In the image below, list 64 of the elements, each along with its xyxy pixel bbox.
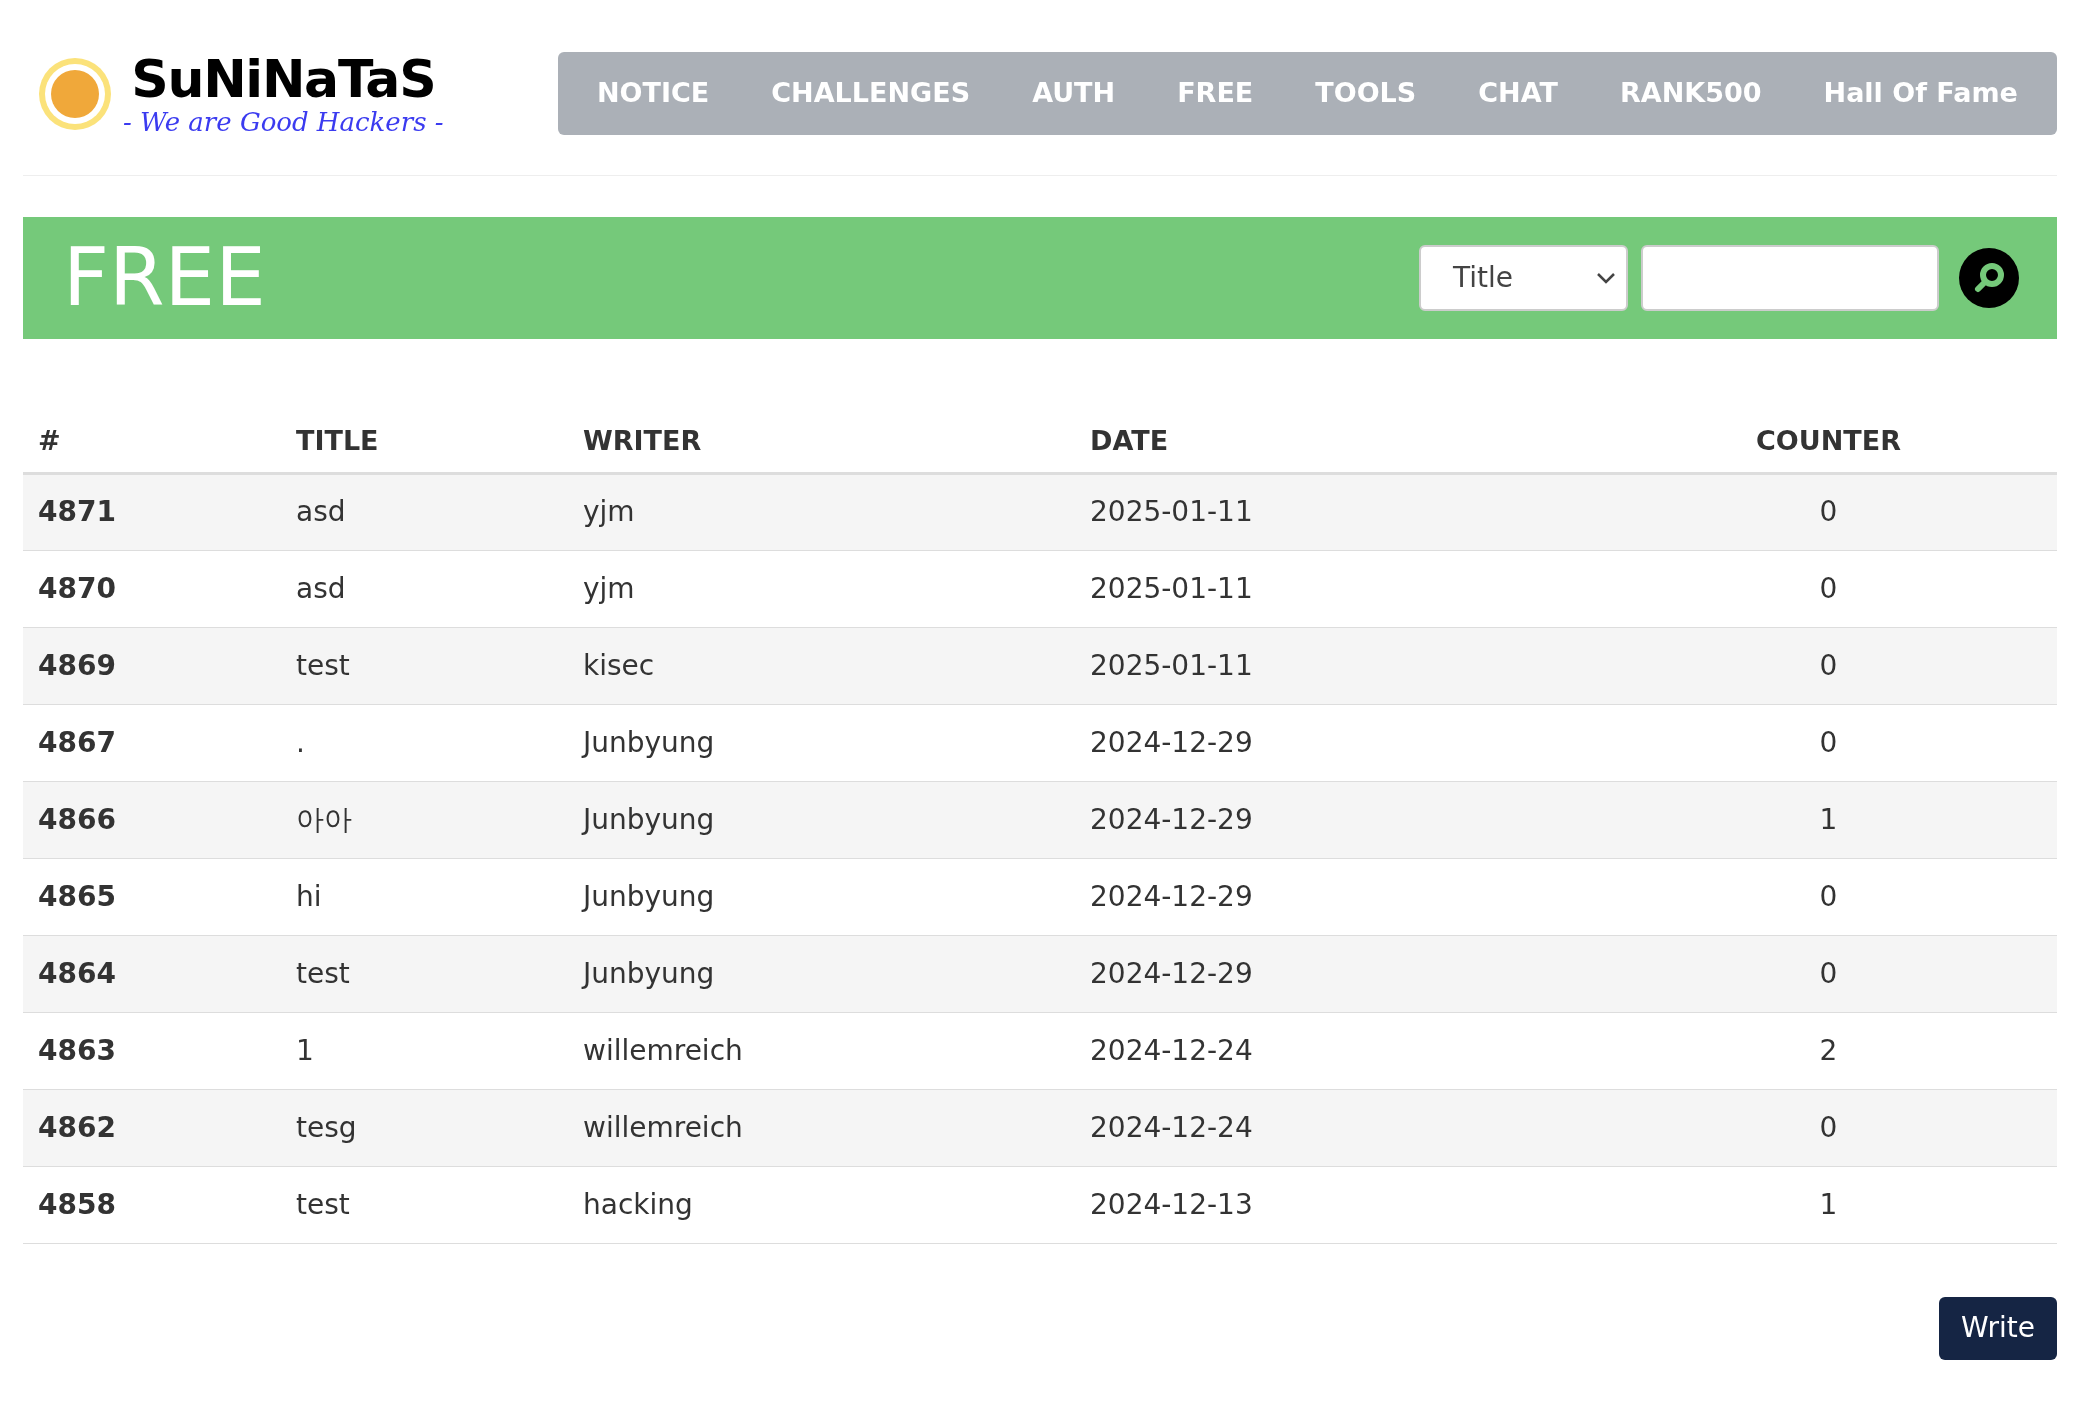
table-cell[interactable]: 1 xyxy=(296,1033,314,1067)
table-cell: 4864 xyxy=(38,956,116,990)
table-cell: 4869 xyxy=(38,648,116,682)
table-cell[interactable]: hi xyxy=(296,879,322,913)
table-cell: 2024-12-13 xyxy=(1090,1187,1253,1221)
table-cell: 1 xyxy=(1819,802,1838,836)
chevron-down-icon xyxy=(1596,272,1616,284)
table-cell: 0 xyxy=(1819,725,1838,759)
table-cell: Junbyung xyxy=(583,879,715,913)
table-cell: 4862 xyxy=(38,1110,116,1144)
table-cell: willemreich xyxy=(583,1110,743,1144)
search-type-dropdown[interactable]: Title xyxy=(1419,245,1628,311)
table-cell[interactable]: asd xyxy=(296,495,346,528)
column-header: WRITER xyxy=(583,425,702,456)
column-header: TITLE xyxy=(296,425,379,456)
table-cell: yjm xyxy=(583,571,635,605)
table-cell[interactable]: test xyxy=(296,648,350,682)
table-cell: 4871 xyxy=(38,495,116,528)
board-title: FREE xyxy=(63,238,266,318)
table-cell: 2024-12-29 xyxy=(1090,956,1253,990)
table-cell: 2 xyxy=(1819,1033,1838,1067)
table-cell: 0 xyxy=(1819,571,1838,605)
table-cell[interactable]: test xyxy=(296,1187,350,1221)
table-cell[interactable]: test xyxy=(296,956,350,990)
write-button[interactable]: Write xyxy=(1939,1296,2057,1360)
table-cell[interactable]: asd xyxy=(296,571,346,605)
table-cell: willemreich xyxy=(583,1033,743,1067)
table-cell: yjm xyxy=(583,495,635,528)
search-button[interactable] xyxy=(1959,248,2019,308)
table-cell: Junbyung xyxy=(583,725,715,759)
search-icon xyxy=(1972,261,2006,295)
table-cell: 4865 xyxy=(38,879,116,913)
logo-tagline: - We are Good Hackers - xyxy=(123,108,444,135)
table-cell: Junbyung xyxy=(583,956,715,990)
table-cell: 0 xyxy=(1819,879,1838,913)
table-cell: kisec xyxy=(583,648,655,682)
table-cell: 2024-12-24 xyxy=(1090,1110,1253,1144)
table-cell: 0 xyxy=(1819,1110,1838,1144)
table-cell: 2025-01-11 xyxy=(1090,648,1253,682)
table-cell: 2024-12-29 xyxy=(1090,879,1253,913)
column-header: COUNTER xyxy=(1756,425,1901,456)
table-cell: 4870 xyxy=(38,571,116,605)
table-cell: 4863 xyxy=(38,1033,116,1067)
table-cell: Junbyung xyxy=(583,802,715,836)
column-header: # xyxy=(38,425,61,456)
table-cell: 0 xyxy=(1819,648,1838,682)
table-cell[interactable]: 아아 xyxy=(296,802,352,836)
table-cell: 2024-12-29 xyxy=(1090,802,1253,836)
table-cell: 4858 xyxy=(38,1187,116,1221)
table-cell[interactable]: . xyxy=(296,725,305,759)
table-cell: 2024-12-24 xyxy=(1090,1033,1253,1067)
table-cell: 4867 xyxy=(38,725,116,759)
table-cell: 0 xyxy=(1819,956,1838,990)
table-cell[interactable]: tesg xyxy=(296,1110,357,1144)
table-cell: 1 xyxy=(1819,1187,1838,1221)
logo-text: SuNiNaTaS xyxy=(131,52,436,105)
table-cell: hacking xyxy=(583,1187,693,1221)
column-header: DATE xyxy=(1090,425,1169,456)
table-cell: 2025-01-11 xyxy=(1090,571,1253,605)
search-field[interactable] xyxy=(1641,245,1939,311)
table-cell: 0 xyxy=(1819,495,1838,528)
table-cell: 2025-01-11 xyxy=(1090,495,1253,528)
table-cell: 4866 xyxy=(38,802,116,836)
table-cell: 2024-12-29 xyxy=(1090,725,1253,759)
